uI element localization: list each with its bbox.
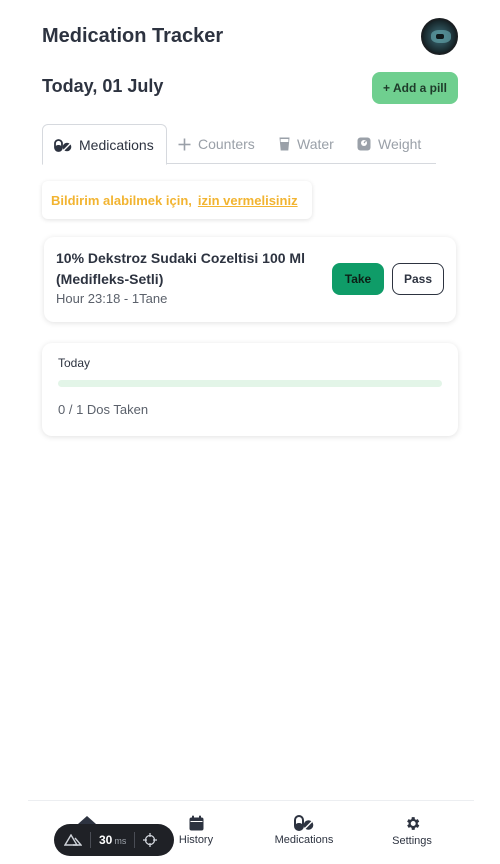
nav-label: History (178, 834, 214, 846)
progress-label: Today (58, 356, 91, 370)
take-button[interactable]: Take (332, 263, 384, 295)
tab-medications[interactable]: Medications (42, 124, 167, 165)
devtools-overlay[interactable]: 30 ms (54, 824, 174, 856)
grant-permission-link[interactable]: izin vermelisiniz (198, 193, 298, 208)
add-pill-button[interactable]: + Add a pill (372, 72, 458, 104)
tab-counters[interactable]: Counters (178, 124, 255, 164)
app-title: Medication Tracker (42, 25, 224, 47)
render-time: 30 ms (99, 833, 127, 847)
nav-settings[interactable]: Settings (372, 815, 452, 847)
app-header: Medication Tracker (42, 18, 458, 58)
notice-text: Bildirim alabilmek için, (51, 192, 192, 208)
scale-icon (357, 137, 371, 151)
tab-water[interactable]: Water (279, 124, 334, 164)
medication-schedule: Hour 23:18 - 1Tane (56, 291, 168, 306)
tab-weight[interactable]: Weight (357, 124, 421, 164)
divider (134, 832, 136, 848)
current-date: Today, 01 July (42, 76, 164, 96)
date-row: Today, 01 July + Add a pill (42, 72, 458, 104)
tab-label: Counters (198, 136, 255, 152)
tab-label: Weight (378, 136, 422, 152)
nav-label: Medications (274, 834, 334, 846)
gear-icon (404, 815, 421, 832)
medication-card: 10% Dekstroz Sudaki Cozeltisi 100 Ml (Me… (44, 237, 456, 322)
crosshair-icon[interactable] (143, 833, 158, 847)
nuxt-logo-icon (64, 834, 82, 846)
profile-avatar[interactable] (421, 18, 458, 55)
divider (90, 832, 91, 848)
nav-medications[interactable]: Medications (264, 815, 344, 846)
pass-button[interactable]: Pass (392, 263, 444, 295)
tab-bar: Medications Counters Water Weight (42, 124, 436, 165)
pills-icon (294, 815, 314, 831)
medication-name: 10% Dekstroz Sudaki Cozeltisi 100 Ml (Me… (56, 250, 305, 287)
calendar-icon (189, 815, 204, 831)
progress-bar (58, 380, 442, 387)
glass-icon (279, 137, 290, 151)
tab-label: Medications (79, 136, 154, 153)
pills-icon (54, 138, 72, 152)
tab-label: Water (297, 136, 334, 152)
notification-permission-notice: Bildirim alabilmek için, izin vermelisin… (42, 181, 312, 219)
nav-label: Settings (392, 835, 432, 847)
progress-count: 0 / 1 Dos Taken (58, 402, 149, 417)
daily-progress-card: Today 0 / 1 Dos Taken (42, 343, 458, 436)
plus-icon (178, 138, 191, 151)
